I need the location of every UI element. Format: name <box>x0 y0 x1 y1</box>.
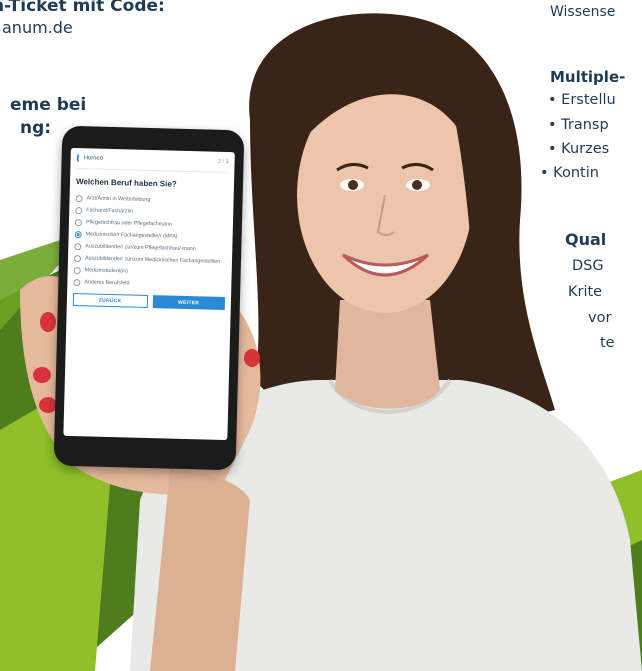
bullet-item: • Transp <box>548 117 609 133</box>
problem-heading-2: ng: <box>20 118 52 138</box>
quality-heading: Qual <box>565 230 607 249</box>
radio-button[interactable] <box>74 242 82 250</box>
radio-button[interactable] <box>75 194 83 202</box>
radio-button[interactable] <box>73 254 82 262</box>
option-label: Medizinische/r Fachangestellte/r (MFA) <box>85 230 178 240</box>
promo-photo: n-Ticket mit Code: anum.de eme bei ng: W… <box>0 0 642 671</box>
radio-button-checked[interactable] <box>74 230 82 238</box>
website-text: anum.de <box>2 18 73 37</box>
bullet-item: • Erstellu <box>548 92 616 108</box>
radio-button[interactable] <box>73 266 81 274</box>
option-label: Arzt/Ärztin in Weiterbildung <box>86 194 151 203</box>
radio-button[interactable] <box>75 206 83 214</box>
app-logo-text: Humeo <box>83 155 104 162</box>
quality-line: Krite <box>568 284 603 300</box>
option-label: Anderes Berufsfeld <box>84 278 130 286</box>
next-button[interactable]: WEITER <box>152 295 226 310</box>
smartphone: Humeo 2 / 3 Welchen Beruf haben Sie? Arz… <box>53 125 245 471</box>
quality-line: vor <box>588 310 612 326</box>
option-label: Auszubildende/r zur/zum Medizinischen Fa… <box>84 254 221 265</box>
knowledge-text: Wissense <box>550 4 616 20</box>
option-label: Pflegefachfrau oder Pflegefachmann <box>85 218 173 228</box>
app-logo: Humeo <box>76 154 104 163</box>
radio-button[interactable] <box>73 278 81 286</box>
quality-line: DSG <box>572 258 604 274</box>
option-label: Facharzt/Fachärztin <box>86 206 134 215</box>
radio-button[interactable] <box>74 218 83 226</box>
phone-screen: Humeo 2 / 3 Welchen Beruf haben Sie? Arz… <box>63 147 235 441</box>
button-row: ZURÜCK WEITER <box>67 288 231 310</box>
option-label: Medizinstudent(in) <box>84 266 129 274</box>
quality-line: te <box>600 335 615 351</box>
step-indicator: 2 / 3 <box>217 158 229 166</box>
back-button[interactable]: ZURÜCK <box>72 293 148 308</box>
humeo-logo-icon <box>76 154 82 163</box>
option-label: Auszubildende/r zur/zum Pflegefachfrau/-… <box>85 242 196 252</box>
bullet-item: • Kurzes <box>548 141 610 157</box>
bullet-item: • Kontin <box>540 165 599 181</box>
problem-heading: eme bei <box>10 95 87 115</box>
multiple-choice-heading: Multiple- <box>550 68 626 86</box>
ticket-heading: n-Ticket mit Code: <box>0 0 165 16</box>
